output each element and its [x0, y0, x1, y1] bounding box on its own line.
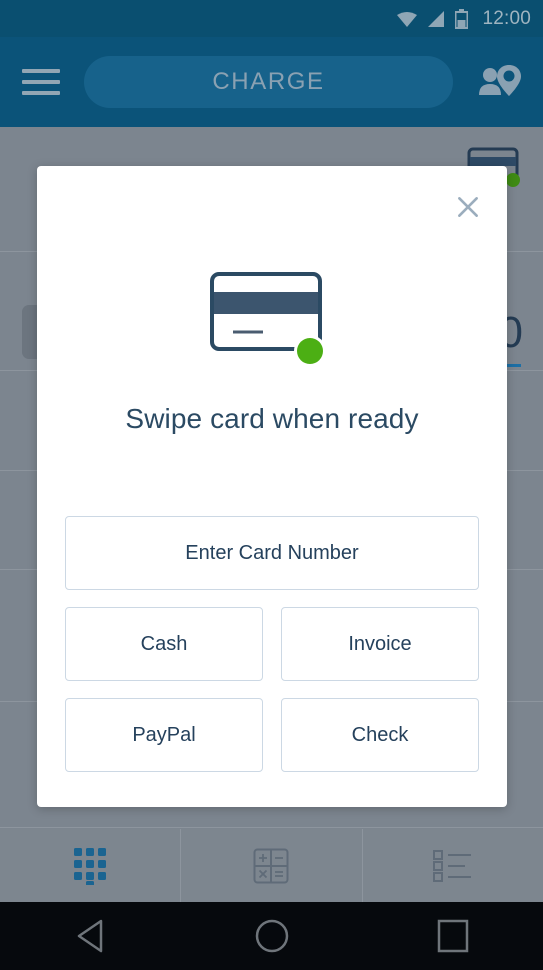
battery-icon: [455, 8, 469, 29]
modal-title: Swipe card when ready: [125, 403, 419, 434]
background-divider: [0, 827, 543, 828]
close-glyph: [458, 197, 478, 217]
card-illustration: [37, 271, 507, 367]
enter-card-number-button[interactable]: Enter Card Number: [65, 516, 479, 590]
close-icon[interactable]: [451, 190, 485, 224]
phone-screen: 12:00 CHARGE 0 Swipe card when ready Ent…: [0, 0, 543, 970]
dialpad-icon: [74, 847, 107, 885]
calculator-icon: [253, 848, 289, 883]
list-tab[interactable]: [361, 829, 543, 902]
square-recents-icon: [437, 919, 468, 953]
app-bar: CHARGE: [0, 37, 543, 127]
home-button[interactable]: [181, 918, 362, 954]
calculator-tab[interactable]: [180, 829, 361, 902]
payment-option-row: PayPal Check: [65, 698, 479, 772]
payment-option-row: Cash Invoice: [65, 607, 479, 681]
payment-options: Enter Card Number Cash Invoice PayPal Ch…: [65, 516, 479, 772]
paypal-button[interactable]: PayPal: [65, 698, 263, 772]
signal-icon: [428, 10, 445, 27]
hamburger-menu-icon[interactable]: [22, 69, 60, 95]
credit-card-swipe-icon: [210, 272, 326, 367]
charge-button[interactable]: CHARGE: [84, 56, 453, 108]
cash-button[interactable]: Cash: [65, 607, 263, 681]
hamburger-bar: [22, 69, 60, 73]
charge-button-label: CHARGE: [212, 68, 325, 95]
status-bar: 12:00: [0, 0, 543, 37]
person-location-pin-icon[interactable]: [477, 62, 521, 102]
bottom-tab-bar: [0, 829, 543, 902]
list-icon: [432, 849, 471, 882]
recents-button[interactable]: [362, 919, 543, 953]
circle-home-icon: [255, 919, 288, 953]
hamburger-bar: [22, 80, 60, 84]
check-button[interactable]: Check: [281, 698, 479, 772]
keypad-tab[interactable]: [0, 829, 180, 902]
triangle-back-icon: [77, 919, 102, 953]
status-clock: 12:00: [482, 7, 531, 29]
invoice-button[interactable]: Invoice: [281, 607, 479, 681]
android-nav-bar: [0, 902, 543, 970]
status-icon-group: 12:00: [396, 8, 531, 30]
hamburger-bar: [22, 91, 60, 95]
payment-method-modal: Swipe card when ready Enter Card Number …: [37, 166, 507, 807]
wifi-icon: [397, 11, 418, 27]
back-button[interactable]: [0, 919, 181, 953]
